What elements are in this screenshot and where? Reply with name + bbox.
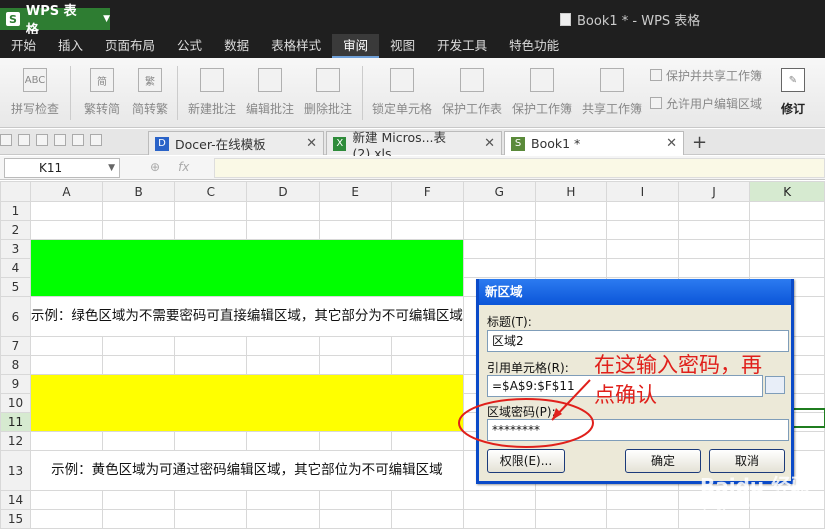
annotation-line-1: 在这输入密码，再 [594,353,762,377]
highlight-ellipse [458,398,594,448]
baidu-watermark: Baidu 经验 [700,474,812,498]
annotation-line-2: 点确认 [594,383,657,407]
wps-window: S WPS 表格 ▼ Book1 * - WPS 表格 开始 插入 页面布局 公… [0,0,825,530]
annotation-overlay [458,379,594,448]
baidu-watermark-url: jingyan.baidu.com [704,500,797,511]
annotation-text: 在这输入密码，再 点确认 [594,350,762,410]
